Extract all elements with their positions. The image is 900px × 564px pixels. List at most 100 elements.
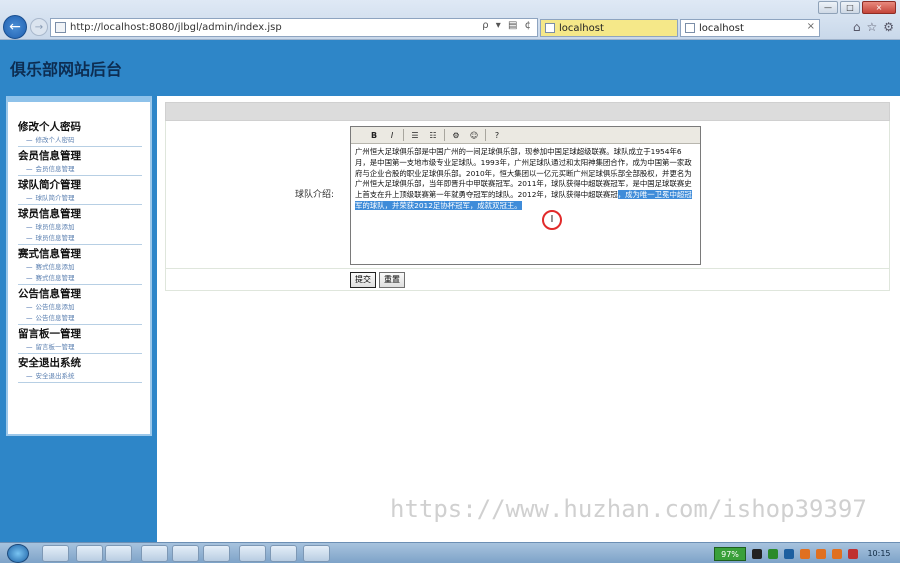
sidebar-item[interactable]: — 公告信息管理	[18, 313, 142, 324]
clock[interactable]: 10:15	[864, 549, 894, 558]
sidebar-item[interactable]: — 球员信息添加	[18, 222, 142, 233]
taskbar-app-network[interactable]	[141, 545, 168, 562]
app-header: 俱乐部网站后台	[0, 40, 900, 96]
sidebar-item-bullet: —	[26, 343, 33, 351]
battery-indicator[interactable]: 97%	[714, 546, 746, 561]
gear-icon[interactable]: ⚙	[883, 20, 894, 34]
sidebar-group: 留言板一管理 — 留言板一管理	[18, 327, 142, 354]
sidebar-item[interactable]: — 球队简介管理	[18, 193, 142, 204]
watermark: https://www.huzhan.com/ishop39397	[390, 495, 867, 523]
ordered-list-icon[interactable]: ☰	[408, 129, 422, 142]
toolbar-separator	[485, 129, 486, 141]
sidebar-item[interactable]: — 会员信息管理	[18, 164, 142, 175]
sidebar-item-bullet: —	[26, 314, 33, 322]
sidebar-item-bullet: —	[26, 223, 33, 231]
network-icon[interactable]	[768, 548, 778, 559]
sidebar-group-title[interactable]: 安全退出系统	[18, 356, 142, 371]
taskbar-app-firefox[interactable]	[172, 545, 199, 562]
sidebar-group: 公告信息管理 — 公告信息添加 — 公告信息管理	[18, 287, 142, 325]
unordered-list-icon[interactable]: ☷	[426, 129, 440, 142]
start-button[interactable]	[7, 544, 29, 563]
tab-close-icon[interactable]: ×	[807, 21, 815, 32]
sidebar-item[interactable]: — 留言板一管理	[18, 342, 142, 353]
sidebar-group-title[interactable]: 留言板一管理	[18, 327, 142, 342]
taskbar-app-folder[interactable]	[105, 545, 132, 562]
browser-tab-active[interactable]: localhost	[540, 19, 678, 37]
browser-tools: ⌂ ☆ ⚙	[853, 20, 894, 34]
reset-button[interactable]: 重置	[379, 272, 405, 288]
sidebar-group: 修改个人密码 — 修改个人密码	[18, 120, 142, 147]
page-icon	[55, 22, 66, 33]
taskbar-app-cmd[interactable]	[239, 545, 266, 562]
taskbar-app-tool[interactable]	[270, 545, 297, 562]
taskbar-app-chrome[interactable]	[303, 545, 330, 562]
page-icon	[545, 23, 555, 33]
sidebar-item-bullet: —	[26, 274, 33, 282]
image-icon[interactable]: ⚙	[449, 129, 463, 142]
sidebar-group-title[interactable]: 球队简介管理	[18, 178, 142, 193]
address-bar[interactable]: http://localhost:8080/jlbgl/admin/index.…	[50, 18, 538, 37]
sidebar-item[interactable]: — 赛式信息添加	[18, 262, 142, 273]
sidebar-group-title[interactable]: 公告信息管理	[18, 287, 142, 302]
maximize-button[interactable]: □	[840, 1, 860, 14]
qq-icon[interactable]	[800, 548, 810, 559]
sidebar-item-bullet: —	[26, 263, 33, 271]
browser-chrome: ← → http://localhost:8080/jlbgl/admin/in…	[0, 0, 900, 40]
sidebar-item-label: 公告信息添加	[35, 303, 75, 311]
sidebar: 修改个人密码 — 修改个人密码 会员信息管理 — 会员信息管理 球队简介管理 — 球队简介管理球…	[6, 96, 152, 436]
sidebar-item[interactable]: — 公告信息添加	[18, 302, 142, 313]
address-tools-icons[interactable]: ρ ▾ ▤ ¢	[482, 20, 533, 31]
sidebar-item-label: 赛式信息添加	[35, 263, 75, 271]
sidebar-group: 会员信息管理 — 会员信息管理	[18, 149, 142, 176]
tab-label: localhost	[699, 22, 744, 34]
sidebar-item[interactable]: — 安全退出系统	[18, 371, 142, 382]
sidebar-group-title[interactable]: 球员信息管理	[18, 207, 142, 222]
sidebar-group-title[interactable]: 赛式信息管理	[18, 247, 142, 262]
sidebar-item-bullet: —	[26, 234, 33, 242]
bold-icon[interactable]: B	[367, 129, 381, 142]
window-controls: — □ ×	[818, 1, 896, 14]
antivirus-icon[interactable]	[848, 548, 858, 559]
arrow-left-icon: ←	[9, 19, 21, 35]
taskbar-app-media[interactable]	[76, 545, 103, 562]
sidebar-group: 安全退出系统 — 安全退出系统	[18, 356, 142, 383]
editor-toolbar: B I ☰ ☷ ⚙ ☺?	[351, 127, 700, 144]
form-row-buttons	[165, 269, 890, 291]
minimize-button[interactable]: —	[818, 1, 838, 14]
sidebar-group-title[interactable]: 会员信息管理	[18, 149, 142, 164]
taskbar-app-ie[interactable]	[203, 545, 230, 562]
sidebar-item-bullet: —	[26, 303, 33, 311]
volume-icon[interactable]	[752, 548, 762, 559]
help-icon[interactable]: ?	[490, 129, 504, 142]
qq-icon[interactable]	[832, 548, 842, 559]
editor-body[interactable]: 广州恒大足球俱乐部是中国广州的一间足球俱乐部，现参加中国足球超级联赛。球队成立于…	[351, 144, 700, 215]
sidebar-item[interactable]: — 赛式信息管理	[18, 273, 142, 284]
browser-tab[interactable]: localhost ×	[680, 19, 820, 37]
taskbar-app-explorer[interactable]	[42, 545, 69, 562]
submit-button[interactable]: 提交	[350, 272, 376, 288]
sidebar-item-label: 留言板一管理	[35, 343, 75, 351]
sidebar-group: 球员信息管理 — 球员信息添加 — 球员信息管理	[18, 207, 142, 245]
sidebar-item-label: 赛式信息管理	[35, 274, 75, 282]
qq-icon[interactable]	[816, 548, 826, 559]
content-title-bar	[165, 102, 890, 121]
close-button[interactable]: ×	[862, 1, 896, 14]
sidebar-item-bullet: —	[26, 194, 33, 202]
favorites-star-icon[interactable]: ☆	[866, 20, 877, 34]
text-cursor-icon: I	[542, 210, 562, 230]
sidebar-item-bullet: —	[26, 136, 33, 144]
address-url: http://localhost:8080/jlbgl/admin/index.…	[70, 22, 282, 33]
home-icon[interactable]: ⌂	[853, 20, 861, 34]
italic-icon[interactable]: I	[385, 129, 399, 142]
toolbar-separator	[403, 129, 404, 141]
sidebar-item-label: 球员信息添加	[35, 223, 75, 231]
forward-button[interactable]: →	[30, 18, 48, 36]
emoticon-icon[interactable]: ☺	[467, 129, 481, 142]
back-button[interactable]: ←	[3, 15, 27, 39]
sidebar-group-title[interactable]: 修改个人密码	[18, 120, 142, 135]
sidebar-item[interactable]: — 球员信息管理	[18, 233, 142, 244]
sidebar-item-label: 修改个人密码	[35, 136, 75, 144]
bluetooth-icon[interactable]	[784, 548, 794, 559]
rich-text-editor[interactable]: B I ☰ ☷ ⚙ ☺? 广州恒大足球俱乐部是中国广州的一间足球俱乐部，现参加中国足球超级…	[350, 126, 701, 265]
sidebar-item[interactable]: — 修改个人密码	[18, 135, 142, 146]
